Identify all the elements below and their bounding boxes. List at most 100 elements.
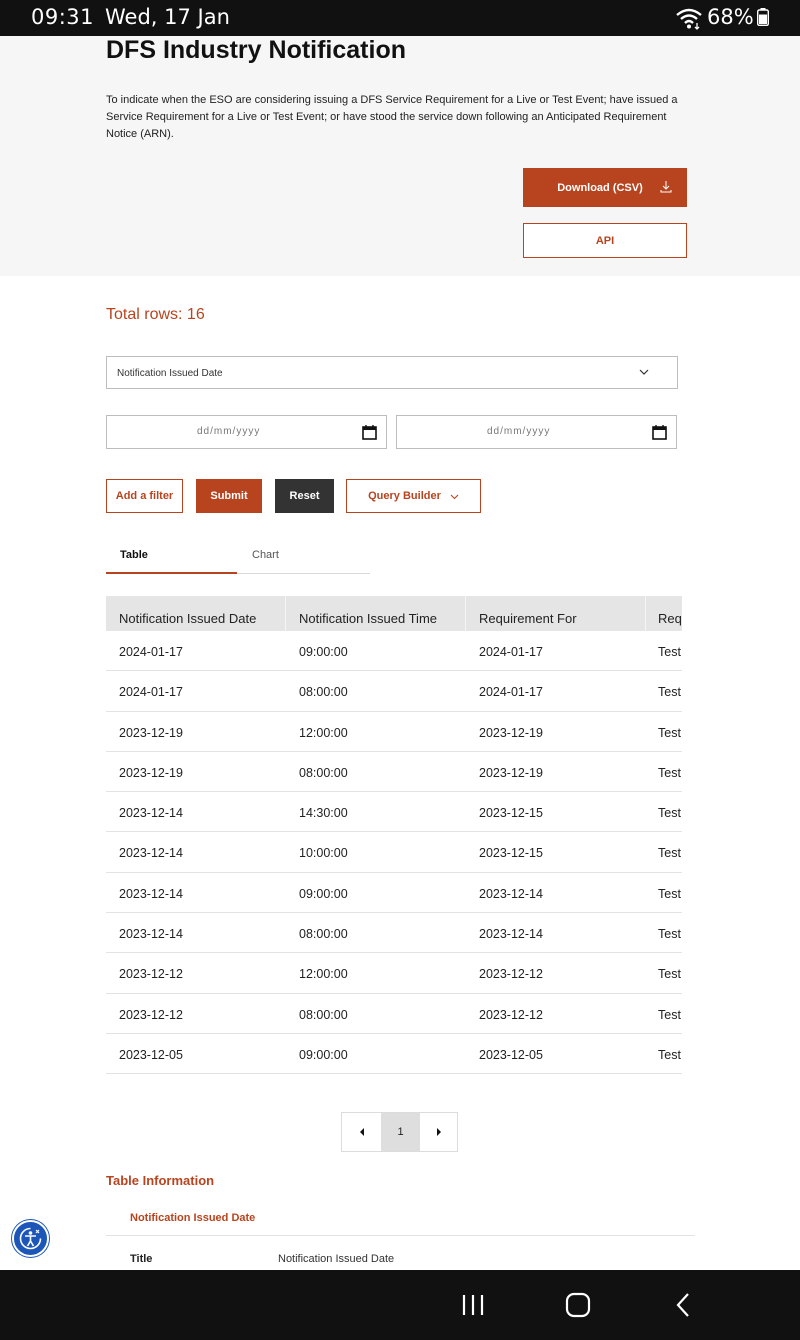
table-cell: 2023-12-12 bbox=[479, 1007, 543, 1022]
column-header[interactable]: Notification Issued Date bbox=[119, 611, 256, 626]
table-cell: Test bbox=[658, 1047, 681, 1062]
table-cell: 2023-12-14 bbox=[119, 886, 183, 901]
date-to-placeholder: dd/mm/yyyy bbox=[487, 426, 551, 437]
data-table: Notification Issued Date Notification Is… bbox=[106, 596, 682, 1076]
column-divider bbox=[465, 596, 466, 631]
table-row: 2023-12-19 08:00:00 2023-12-19 Test bbox=[106, 752, 682, 793]
table-cell: 2023-12-12 bbox=[479, 967, 543, 982]
date-from-input[interactable]: dd/mm/yyyy bbox=[106, 415, 387, 449]
table-cell: 08:00:00 bbox=[299, 685, 348, 700]
table-cell: Test bbox=[658, 886, 681, 901]
table-cell: Test bbox=[658, 806, 681, 821]
table-cell: 2023-12-05 bbox=[479, 1047, 543, 1062]
table-info-field[interactable]: Notification Issued Date bbox=[130, 1212, 255, 1224]
table-cell: Test bbox=[658, 1007, 681, 1022]
wifi-icon bbox=[676, 8, 702, 30]
table-cell: 08:00:00 bbox=[299, 927, 348, 942]
calendar-icon[interactable] bbox=[362, 425, 377, 440]
table-cell: Test bbox=[658, 846, 681, 861]
download-csv-button[interactable]: Download (CSV) bbox=[523, 168, 687, 207]
table-cell: 2023-12-14 bbox=[119, 806, 183, 821]
calendar-icon[interactable] bbox=[652, 425, 667, 440]
table-cell: 2023-12-05 bbox=[119, 1047, 183, 1062]
date-to-input[interactable]: dd/mm/yyyy bbox=[396, 415, 677, 449]
table-row: 2023-12-14 14:30:00 2023-12-15 Test bbox=[106, 792, 682, 833]
table-cell: 2023-12-15 bbox=[479, 846, 543, 861]
pagination: 1 bbox=[341, 1112, 458, 1152]
table-row: 2024-01-17 08:00:00 2024-01-17 Test bbox=[106, 671, 682, 712]
column-divider bbox=[285, 596, 286, 631]
table-row: 2023-12-14 09:00:00 2023-12-14 Test bbox=[106, 873, 682, 914]
api-button[interactable]: API bbox=[523, 223, 687, 258]
home-icon[interactable] bbox=[565, 1292, 591, 1318]
table-cell: Test bbox=[658, 967, 681, 982]
column-header[interactable]: Req bbox=[658, 611, 682, 626]
table-cell: 2023-12-14 bbox=[119, 846, 183, 861]
total-rows: Total rows: 16 bbox=[106, 306, 205, 323]
accessibility-button[interactable] bbox=[12, 1220, 49, 1257]
table-cell: 12:00:00 bbox=[299, 967, 348, 982]
table-cell: 09:00:00 bbox=[299, 1047, 348, 1062]
next-page-button[interactable] bbox=[420, 1113, 458, 1151]
table-header: Notification Issued Date Notification Is… bbox=[106, 596, 682, 631]
table-cell: Test bbox=[658, 645, 681, 659]
table-cell: Test bbox=[658, 685, 681, 700]
prev-page-button[interactable] bbox=[342, 1113, 381, 1151]
table-row: 2023-12-14 10:00:00 2023-12-15 Test bbox=[106, 832, 682, 873]
table-row: 2023-12-12 08:00:00 2023-12-12 Test bbox=[106, 994, 682, 1034]
table-cell: 08:00:00 bbox=[299, 765, 348, 780]
query-builder-label: Query Builder bbox=[368, 490, 441, 502]
table-cell: Test bbox=[658, 725, 681, 740]
table-cell: 10:00:00 bbox=[299, 846, 348, 861]
field-select[interactable]: Notification Issued Date bbox=[106, 356, 678, 389]
recent-apps-icon[interactable] bbox=[460, 1294, 486, 1316]
column-divider bbox=[645, 596, 646, 631]
table-cell: 2023-12-12 bbox=[119, 1007, 183, 1022]
table-info-title: Table Information bbox=[106, 1173, 215, 1188]
table-cell: 2023-12-19 bbox=[119, 765, 183, 780]
chevron-down-icon bbox=[639, 369, 649, 375]
table-cell: 12:00:00 bbox=[299, 725, 348, 740]
caret-right-icon bbox=[437, 1128, 441, 1136]
table-cell: 2023-12-15 bbox=[479, 806, 543, 821]
table-cell: 2023-12-19 bbox=[479, 725, 543, 740]
caret-left-icon bbox=[359, 1128, 364, 1136]
column-header[interactable]: Requirement For bbox=[479, 611, 577, 626]
battery-icon bbox=[757, 8, 769, 26]
status-time: 09:31 bbox=[31, 5, 95, 29]
system-nav-bar bbox=[0, 1270, 800, 1340]
table-cell: 2023-12-19 bbox=[119, 725, 183, 740]
back-icon[interactable] bbox=[674, 1292, 692, 1318]
download-csv-label: Download (CSV) bbox=[557, 181, 643, 194]
table-row: 2023-12-19 12:00:00 2023-12-19 Test bbox=[106, 712, 682, 752]
table-row: 2023-12-12 12:00:00 2023-12-12 Test bbox=[106, 953, 682, 994]
chevron-down-icon bbox=[450, 494, 459, 499]
view-tabs: Table Chart bbox=[106, 540, 370, 574]
page-description: To indicate when the ESO are considering… bbox=[106, 94, 678, 140]
page-title: DFS Industry Notification bbox=[106, 36, 406, 64]
table-cell: 14:30:00 bbox=[299, 806, 348, 821]
table-row: 2023-12-14 08:00:00 2023-12-14 Test bbox=[106, 913, 682, 954]
table-info-value: Notification Issued Date bbox=[278, 1253, 395, 1265]
table-cell: 2024-01-17 bbox=[119, 685, 183, 700]
field-select-value: Notification Issued Date bbox=[117, 368, 223, 379]
tab-table[interactable]: Table bbox=[106, 540, 237, 574]
submit-button[interactable]: Submit bbox=[196, 479, 262, 513]
page-number[interactable]: 1 bbox=[381, 1113, 420, 1151]
table-info-key: Title bbox=[130, 1253, 153, 1265]
status-bar: 09:31 Wed, 17 Jan 68% bbox=[0, 0, 800, 36]
battery-percent: 68% bbox=[707, 5, 754, 29]
table-cell: 2023-12-14 bbox=[479, 927, 543, 942]
reset-button[interactable]: Reset bbox=[275, 479, 334, 513]
tab-chart[interactable]: Chart bbox=[237, 540, 368, 574]
header-section: DFS Industry Notification To indicate wh… bbox=[0, 36, 800, 276]
divider bbox=[106, 1235, 695, 1236]
query-builder-button[interactable]: Query Builder bbox=[346, 479, 481, 513]
table-body: 2024-01-17 09:00:00 2024-01-17 Test 2024-01-… bbox=[106, 631, 682, 1075]
column-header[interactable]: Notification Issued Time bbox=[299, 611, 437, 626]
status-date: Wed, 17 Jan bbox=[105, 5, 230, 29]
add-filter-button[interactable]: Add a filter bbox=[106, 479, 183, 513]
table-cell: 09:00:00 bbox=[299, 886, 348, 901]
table-cell: 2024-01-17 bbox=[479, 685, 543, 700]
table-cell: 2024-01-17 bbox=[119, 645, 183, 659]
